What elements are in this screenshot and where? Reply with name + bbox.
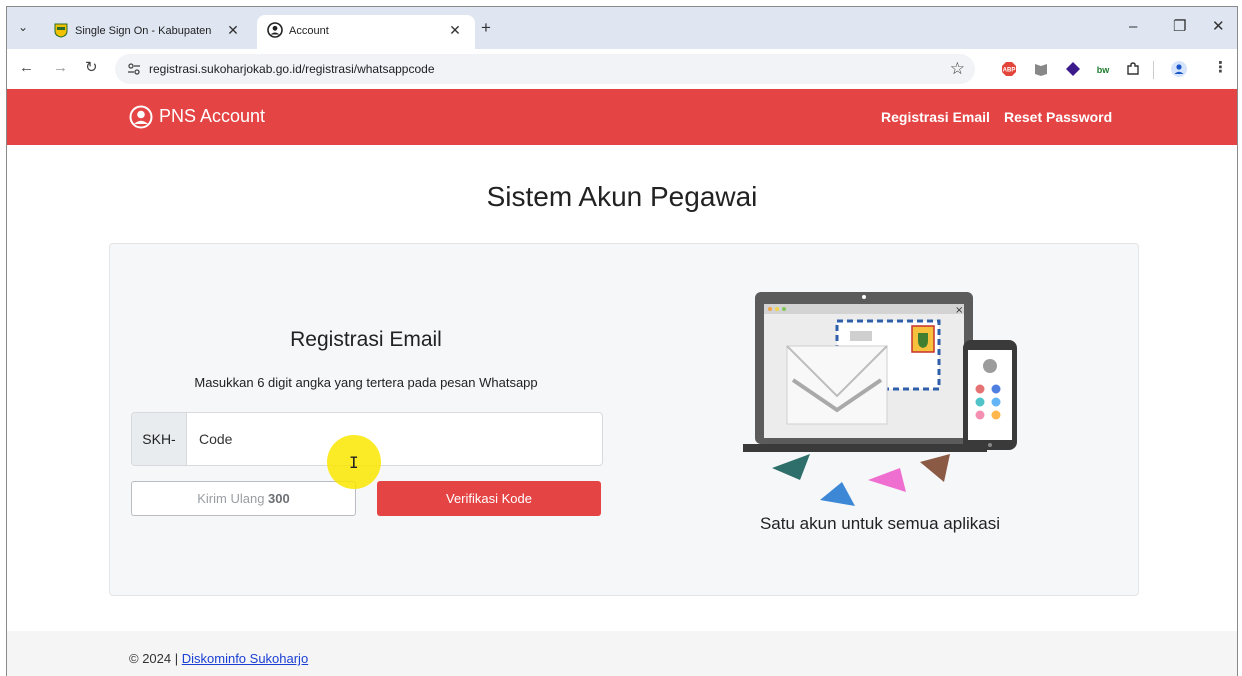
footer-link[interactable]: Diskominfo Sukoharjo <box>182 651 308 666</box>
verify-code-button[interactable]: Verifikasi Kode <box>377 481 601 516</box>
diamond-icon[interactable] <box>1065 61 1081 77</box>
address-bar[interactable]: registrasi.sukoharjokab.go.id/registrasi… <box>115 54 975 84</box>
close-icon[interactable]: ✕ <box>225 22 241 39</box>
page-title: Sistem Akun Pegawai <box>486 181 758 212</box>
profile-icon[interactable] <box>1171 61 1187 77</box>
resend-countdown: 300 <box>268 491 290 506</box>
flying-envelope <box>820 482 855 506</box>
flying-envelope <box>772 454 810 480</box>
browser-toolbar: ← → ↻ registrasi.sukoharjokab.go.id/regi… <box>7 49 1237 90</box>
reload-icon[interactable]: ↻ <box>85 60 98 76</box>
code-prefix: SKH- <box>132 413 187 465</box>
more-icon[interactable]: ⋮ <box>1213 60 1228 76</box>
code-input[interactable] <box>187 413 599 465</box>
svg-text:bw: bw <box>1097 65 1110 75</box>
email-illustration: × <box>743 292 1017 506</box>
toolbar-divider <box>1153 61 1154 79</box>
flying-envelope <box>868 468 906 492</box>
account-circle-icon <box>129 105 153 129</box>
tab-sso[interactable]: Single Sign On - Kabupaten Su ✕ <box>43 15 253 49</box>
abp-icon[interactable]: ABP <box>1001 61 1017 77</box>
back-arrow-icon[interactable]: ← <box>19 60 34 76</box>
svg-text:ABP: ABP <box>1003 68 1016 74</box>
site-settings-icon[interactable] <box>127 62 141 76</box>
svg-text:×: × <box>955 305 963 316</box>
bookmark-star-icon[interactable]: ☆ <box>950 59 965 79</box>
browser-window: ⌄ Single Sign On - Kabupaten Su ✕ Accoun… <box>6 6 1238 676</box>
resend-button[interactable]: Kirim Ulang 300 <box>131 481 356 516</box>
account-circle-icon <box>267 22 283 38</box>
tab-search-chevron-icon[interactable]: ⌄ <box>15 19 31 35</box>
kabupaten-crest-icon <box>54 23 68 38</box>
url-text: registrasi.sukoharjokab.go.id/registrasi… <box>149 62 435 76</box>
tab-title-account: Account <box>289 25 329 37</box>
close-icon[interactable]: ✕ <box>447 22 463 39</box>
tab-account[interactable]: Account ✕ <box>257 15 475 49</box>
reader-icon[interactable] <box>1033 61 1049 77</box>
nav-reset-password[interactable]: Reset Password <box>1004 109 1112 125</box>
minimize-icon[interactable]: – <box>1129 19 1137 35</box>
tagline: Satu akun untuk semua aplikasi <box>759 514 1001 533</box>
text-cursor-icon: I <box>349 453 359 472</box>
registration-card: Registrasi Email Masukkan 6 digit angka … <box>109 243 1139 596</box>
new-tab-plus-icon[interactable]: + <box>481 19 491 36</box>
window-close-icon[interactable]: ✕ <box>1212 19 1225 35</box>
footer-text: © 2024 | Diskominfo Sukoharjo <box>129 651 308 666</box>
site-header: PNS Account Registrasi Email Reset Passw… <box>7 89 1237 145</box>
resend-label: Kirim Ulang <box>197 491 265 506</box>
tab-strip: ⌄ Single Sign On - Kabupaten Su ✕ Accoun… <box>7 7 1237 49</box>
site-footer: © 2024 | Diskominfo Sukoharjo <box>7 631 1237 676</box>
nav-registrasi-email[interactable]: Registrasi Email <box>881 109 990 125</box>
form-title: Registrasi Email <box>290 328 442 351</box>
forward-arrow-icon[interactable]: → <box>53 60 68 76</box>
brand-label: PNS Account <box>159 106 266 126</box>
bw-icon[interactable]: bw <box>1095 61 1111 77</box>
copyright-text: © 2024 | <box>129 651 179 666</box>
laptop-base <box>743 444 987 452</box>
flying-envelope <box>920 454 950 482</box>
form-instructions: Masukkan 6 digit angka yang tertera pada… <box>194 375 538 390</box>
tab-title-sso: Single Sign On - Kabupaten Su <box>75 25 215 37</box>
puzzle-icon[interactable] <box>1125 61 1141 77</box>
restore-icon[interactable]: ❐ <box>1173 19 1186 35</box>
